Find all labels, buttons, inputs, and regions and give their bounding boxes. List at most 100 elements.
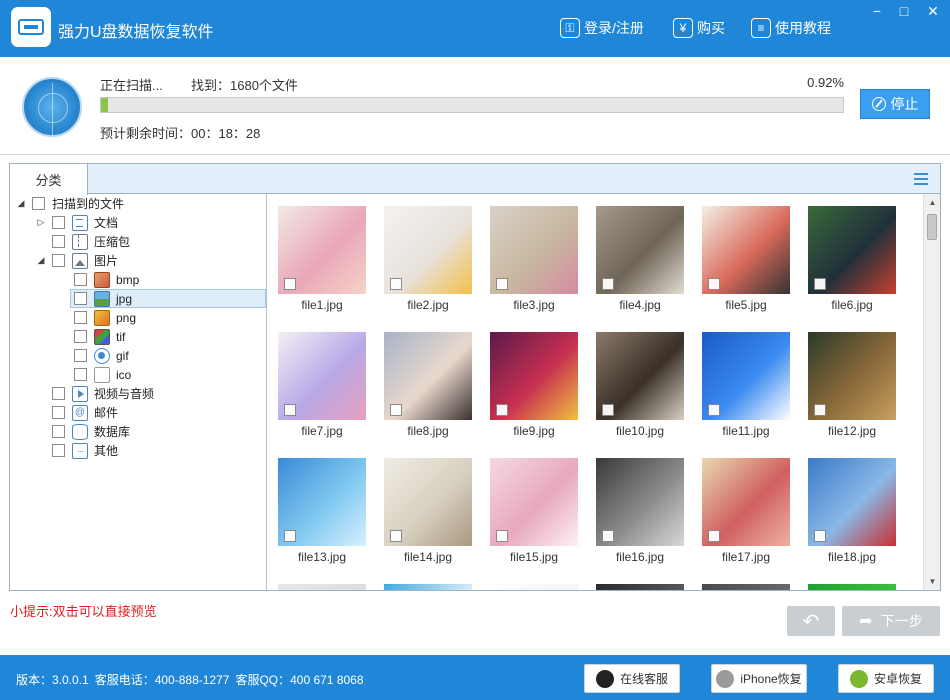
file-checkbox[interactable] — [496, 278, 508, 290]
file-thumbnail[interactable]: file6.jpg — [808, 206, 896, 318]
thumbnail-image[interactable] — [808, 584, 896, 590]
back-button[interactable]: ↶ — [787, 606, 835, 636]
tutorial-button[interactable]: ≡ 使用教程 — [751, 16, 831, 40]
vertical-scrollbar[interactable]: ▲ ▼ — [923, 194, 940, 590]
checkbox[interactable] — [52, 387, 65, 400]
collapse-arrow-icon[interactable]: ◢ — [16, 198, 26, 209]
tree-item-archives[interactable]: 压缩包 — [36, 232, 130, 251]
tree-item-png[interactable]: png — [74, 308, 136, 327]
login-register-button[interactable]: ⚿ 登录/注册 — [560, 16, 644, 40]
close-button[interactable]: ✕ — [920, 0, 946, 22]
checkbox[interactable] — [74, 330, 87, 343]
thumbnail-image[interactable] — [596, 584, 684, 590]
file-thumbnail[interactable]: file8.jpg — [384, 332, 472, 444]
file-thumbnail[interactable]: file18.jpg — [808, 458, 896, 570]
checkbox[interactable] — [52, 425, 65, 438]
stop-button[interactable]: 停止 — [860, 89, 930, 119]
expand-arrow-icon[interactable]: ▷ — [36, 217, 46, 228]
file-thumbnail[interactable]: file11.jpg — [702, 332, 790, 444]
thumbnail-image[interactable] — [490, 584, 578, 590]
file-thumbnail[interactable]: file4.jpg — [596, 206, 684, 318]
file-checkbox[interactable] — [390, 278, 402, 290]
file-checkbox[interactable] — [390, 530, 402, 542]
tree-item-label: gif — [116, 348, 129, 363]
file-checkbox[interactable] — [708, 404, 720, 416]
tree-item-documents[interactable]: ▷ 文档 — [36, 213, 118, 232]
file-thumbnail[interactable]: file5.jpg — [702, 206, 790, 318]
file-checkbox[interactable] — [284, 278, 296, 290]
file-thumbnail[interactable]: file12.jpg — [808, 332, 896, 444]
online-service-button[interactable]: 在线客服 — [584, 664, 680, 693]
tree-item-jpg[interactable]: jpg — [70, 289, 266, 308]
checkbox[interactable] — [74, 292, 87, 305]
next-step-button[interactable]: ➦ 下一步 — [842, 606, 940, 636]
tree-item-database[interactable]: 数据库 — [36, 422, 130, 441]
checkbox[interactable] — [52, 406, 65, 419]
file-checkbox[interactable] — [814, 278, 826, 290]
iphone-recovery-button[interactable]: iPhone恢复 — [711, 664, 807, 693]
file-thumbnail[interactable] — [490, 584, 578, 590]
tree-item-ico[interactable]: ico — [74, 365, 131, 384]
file-checkbox[interactable] — [284, 530, 296, 542]
checkbox[interactable] — [74, 311, 87, 324]
file-thumbnail[interactable]: file10.jpg — [596, 332, 684, 444]
file-name: file18.jpg — [827, 550, 877, 564]
file-thumbnail[interactable]: file2.jpg — [384, 206, 472, 318]
checkbox[interactable] — [74, 349, 87, 362]
tree-item-media[interactable]: 视频与音频 — [36, 384, 154, 403]
tab-category[interactable]: 分类 — [10, 164, 88, 195]
thumbnail-image[interactable] — [278, 584, 366, 590]
file-thumbnail[interactable]: file16.jpg — [596, 458, 684, 570]
checkbox[interactable] — [52, 216, 65, 229]
tree-item-other[interactable]: ··· 其他 — [36, 441, 118, 460]
scroll-thumb[interactable] — [927, 214, 937, 240]
checkbox[interactable] — [74, 368, 87, 381]
file-checkbox[interactable] — [496, 530, 508, 542]
tree-item-gif[interactable]: gif — [74, 346, 129, 365]
maximize-button[interactable]: □ — [891, 0, 917, 22]
file-thumbnail[interactable]: file3.jpg — [490, 206, 578, 318]
file-thumbnail[interactable]: file9.jpg — [490, 332, 578, 444]
checkbox[interactable] — [52, 254, 65, 267]
file-thumbnail[interactable] — [808, 584, 896, 590]
tree-item-tif[interactable]: tif — [74, 327, 125, 346]
file-thumbnail[interactable] — [596, 584, 684, 590]
file-checkbox[interactable] — [284, 404, 296, 416]
checkbox[interactable] — [52, 235, 65, 248]
tree-item-bmp[interactable]: bmp — [74, 270, 139, 289]
file-thumbnail[interactable] — [384, 584, 472, 590]
thumbnail-image[interactable] — [384, 584, 472, 590]
collapse-arrow-icon[interactable]: ◢ — [36, 255, 46, 266]
minimize-button[interactable]: − — [864, 0, 890, 22]
file-thumbnail[interactable]: file1.jpg — [278, 206, 366, 318]
menu-icon[interactable] — [914, 173, 928, 185]
file-checkbox[interactable] — [602, 530, 614, 542]
radar-scan-icon — [22, 77, 82, 137]
file-thumbnail[interactable] — [278, 584, 366, 590]
file-thumbnail[interactable]: file7.jpg — [278, 332, 366, 444]
file-checkbox[interactable] — [496, 404, 508, 416]
file-checkbox[interactable] — [708, 278, 720, 290]
scroll-down-icon[interactable]: ▼ — [924, 573, 941, 590]
android-recovery-button[interactable]: 安卓恢复 — [838, 664, 934, 693]
tree-root[interactable]: ◢ 扫描到的文件 — [16, 194, 124, 213]
file-checkbox[interactable] — [602, 404, 614, 416]
file-thumbnail[interactable]: file15.jpg — [490, 458, 578, 570]
thumbnail-image[interactable] — [702, 584, 790, 590]
checkbox[interactable] — [74, 273, 87, 286]
tree-item-mail[interactable]: @ 邮件 — [36, 403, 118, 422]
file-thumbnail[interactable]: file17.jpg — [702, 458, 790, 570]
checkbox[interactable] — [32, 197, 45, 210]
file-checkbox[interactable] — [390, 404, 402, 416]
file-thumbnail[interactable] — [702, 584, 790, 590]
file-checkbox[interactable] — [708, 530, 720, 542]
file-checkbox[interactable] — [602, 278, 614, 290]
file-checkbox[interactable] — [814, 404, 826, 416]
file-thumbnail[interactable]: file14.jpg — [384, 458, 472, 570]
buy-button[interactable]: ¥ 购买 — [673, 16, 725, 40]
file-thumbnail[interactable]: file13.jpg — [278, 458, 366, 570]
file-checkbox[interactable] — [814, 530, 826, 542]
checkbox[interactable] — [52, 444, 65, 457]
scroll-up-icon[interactable]: ▲ — [924, 194, 941, 211]
tree-item-images[interactable]: ◢ 图片 — [36, 251, 118, 270]
